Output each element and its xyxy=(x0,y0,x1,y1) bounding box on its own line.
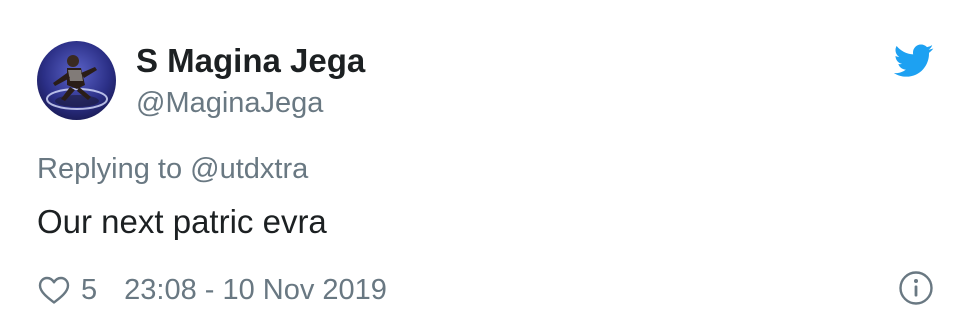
embedded-tweet: S Magina Jega @MaginaJega Replying to @u… xyxy=(0,0,976,326)
timestamp-link[interactable]: 23:08 - 10 Nov 2019 xyxy=(124,271,387,309)
like-count: 5 xyxy=(81,274,98,306)
like-button[interactable]: 5 xyxy=(37,271,97,309)
reply-context[interactable]: Replying to @utdxtra xyxy=(37,150,308,188)
avatar-image xyxy=(37,41,116,120)
tweet-text: Our next patric evra xyxy=(37,203,327,240)
user-handle[interactable]: @MaginaJega xyxy=(136,84,323,122)
info-icon[interactable] xyxy=(898,270,934,306)
avatar[interactable] xyxy=(37,41,116,120)
display-name[interactable]: S Magina Jega xyxy=(136,40,365,82)
twitter-bird-icon[interactable] xyxy=(894,44,934,78)
tweet-footer: 5 23:08 - 10 Nov 2019 xyxy=(37,270,387,310)
heart-icon xyxy=(38,276,70,304)
